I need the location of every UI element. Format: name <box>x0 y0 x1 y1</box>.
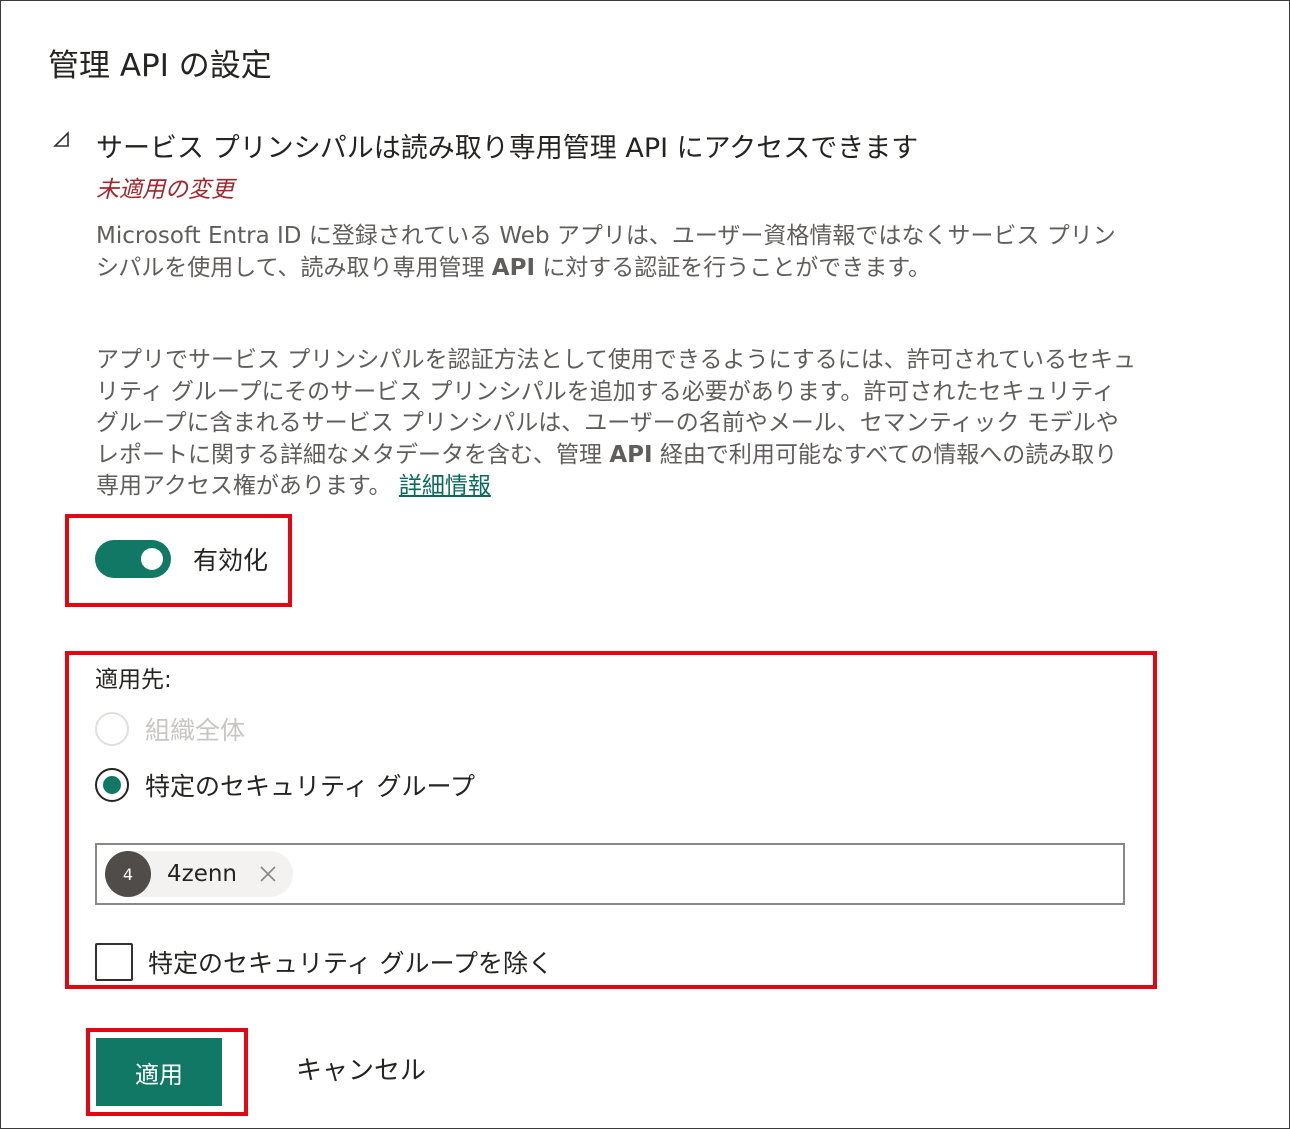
apply-button[interactable]: 適用 <box>96 1038 222 1106</box>
group-chip-name: 4zenn <box>167 861 238 887</box>
radio-label: 特定のセキュリティ グループ <box>145 772 475 801</box>
exclude-groups-row[interactable]: 特定のセキュリティ グループを除く <box>95 943 553 981</box>
security-group-picker[interactable]: 4 4zenn <box>95 843 1125 905</box>
unapplied-changes-label: 未適用の変更 <box>96 177 234 203</box>
radio-specific-groups[interactable]: 特定のセキュリティ グループ <box>95 767 475 803</box>
radio-button[interactable] <box>95 768 129 802</box>
applies-to-label: 適用先: <box>95 667 172 693</box>
avatar: 4 <box>105 851 151 897</box>
cancel-button[interactable]: キャンセル <box>296 1050 426 1087</box>
group-chip: 4 4zenn <box>105 851 294 897</box>
enable-toggle-row: 有効化 <box>95 540 268 578</box>
toggle-knob <box>141 548 163 570</box>
enable-toggle-label: 有効化 <box>193 546 269 575</box>
radio-button <box>95 712 129 746</box>
description-paragraph-2: アプリでサービス プリンシパルを認証方法として使用できるようにするには、許可され… <box>96 347 1137 499</box>
triangle-collapse-icon[interactable] <box>52 130 72 150</box>
learn-more-link[interactable]: 詳細情報 <box>399 473 491 499</box>
radio-label: 組織全体 <box>145 716 246 745</box>
radio-entire-org: 組織全体 <box>95 711 245 747</box>
description-paragraph-1: Microsoft Entra ID に登録されている Web アプリは、ユーザ… <box>96 223 1116 281</box>
page-title: 管理 API の設定 <box>48 48 272 84</box>
section-title: サービス プリンシパルは読み取り専用管理 API にアクセスできます <box>96 133 919 164</box>
enable-toggle[interactable] <box>95 540 171 578</box>
exclude-groups-checkbox[interactable] <box>95 943 133 981</box>
close-icon[interactable] <box>259 865 277 883</box>
exclude-groups-label: 特定のセキュリティ グループを除く <box>148 949 553 978</box>
